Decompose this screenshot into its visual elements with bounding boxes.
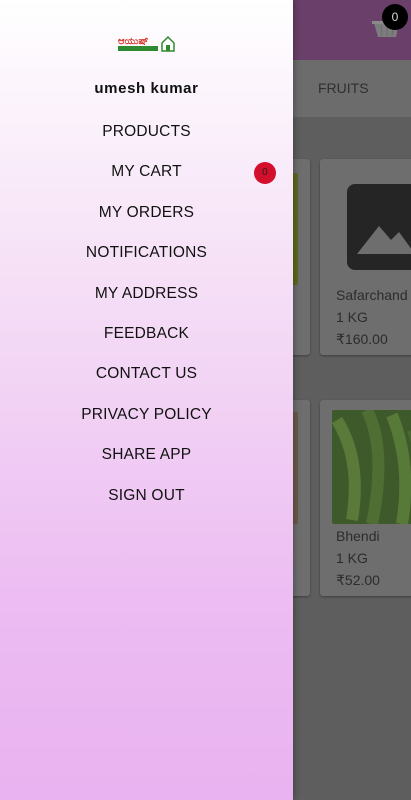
menu-item-privacy-policy[interactable]: PRIVACY POLICY xyxy=(0,395,293,435)
product-card[interactable]: Safarchand 1 KG ₹160.00 xyxy=(320,159,411,355)
navigation-drawer: ಆಯುಷ್ umesh kumar PRODUCTS MY CART 0 MY … xyxy=(0,0,293,800)
menu-item-label: FEEDBACK xyxy=(103,324,190,342)
menu-item-my-orders[interactable]: MY ORDERS xyxy=(0,193,293,233)
menu-item-sign-out[interactable]: SIGN OUT xyxy=(0,476,293,516)
menu-item-label: NOTIFICATIONS xyxy=(85,244,208,262)
menu-item-feedback[interactable]: FEEDBACK xyxy=(0,314,293,354)
okra-image xyxy=(332,410,411,524)
mountain-image-icon xyxy=(357,226,411,254)
menu-item-label: SIGN OUT xyxy=(108,486,185,504)
menu-item-label: MY ORDERS xyxy=(98,203,195,221)
cart-button[interactable]: 0 xyxy=(370,4,408,44)
menu-item-my-cart[interactable]: MY CART 0 xyxy=(0,152,293,192)
menu-item-label: MY CART xyxy=(111,163,182,181)
menu-item-label: MY ADDRESS xyxy=(94,284,199,302)
menu-item-label: CONTACT US xyxy=(95,365,198,383)
menu-item-notifications[interactable]: NOTIFICATIONS xyxy=(0,233,293,273)
placeholder-image-icon xyxy=(347,184,411,270)
product-unit: 1 KG xyxy=(336,309,368,325)
user-name: umesh kumar xyxy=(94,80,199,97)
menu-item-label: PRODUCTS xyxy=(102,123,191,140)
menu-item-contact-us[interactable]: CONTACT US xyxy=(0,354,293,394)
drawer-menu: PRODUCTS MY CART 0 MY ORDERS NOTIFICATIO… xyxy=(0,112,293,516)
product-card[interactable]: Bhendi 1 KG ₹52.00 xyxy=(320,400,411,596)
cart-badge: 0 xyxy=(254,162,276,185)
cart-count-badge: 0 xyxy=(382,4,408,30)
product-image xyxy=(332,410,411,524)
menu-item-label: PRIVACY POLICY xyxy=(81,405,212,423)
product-price: ₹160.00 xyxy=(336,331,388,347)
menu-item-products[interactable]: PRODUCTS xyxy=(0,112,293,152)
product-price: ₹52.00 xyxy=(336,572,380,588)
menu-item-share-app[interactable]: SHARE APP xyxy=(0,435,293,475)
product-name: Bhendi xyxy=(336,528,380,544)
tab-fruits[interactable]: FRUITS xyxy=(318,80,369,96)
menu-item-label: SHARE APP xyxy=(101,446,192,464)
menu-item-my-address[interactable]: MY ADDRESS xyxy=(0,274,293,314)
svg-text:ಆಯುಷ್: ಆಯುಷ್ xyxy=(118,36,149,47)
product-name: Safarchand xyxy=(336,287,408,303)
product-unit: 1 KG xyxy=(336,550,368,566)
app-logo: ಆಯುಷ್ xyxy=(118,35,175,52)
